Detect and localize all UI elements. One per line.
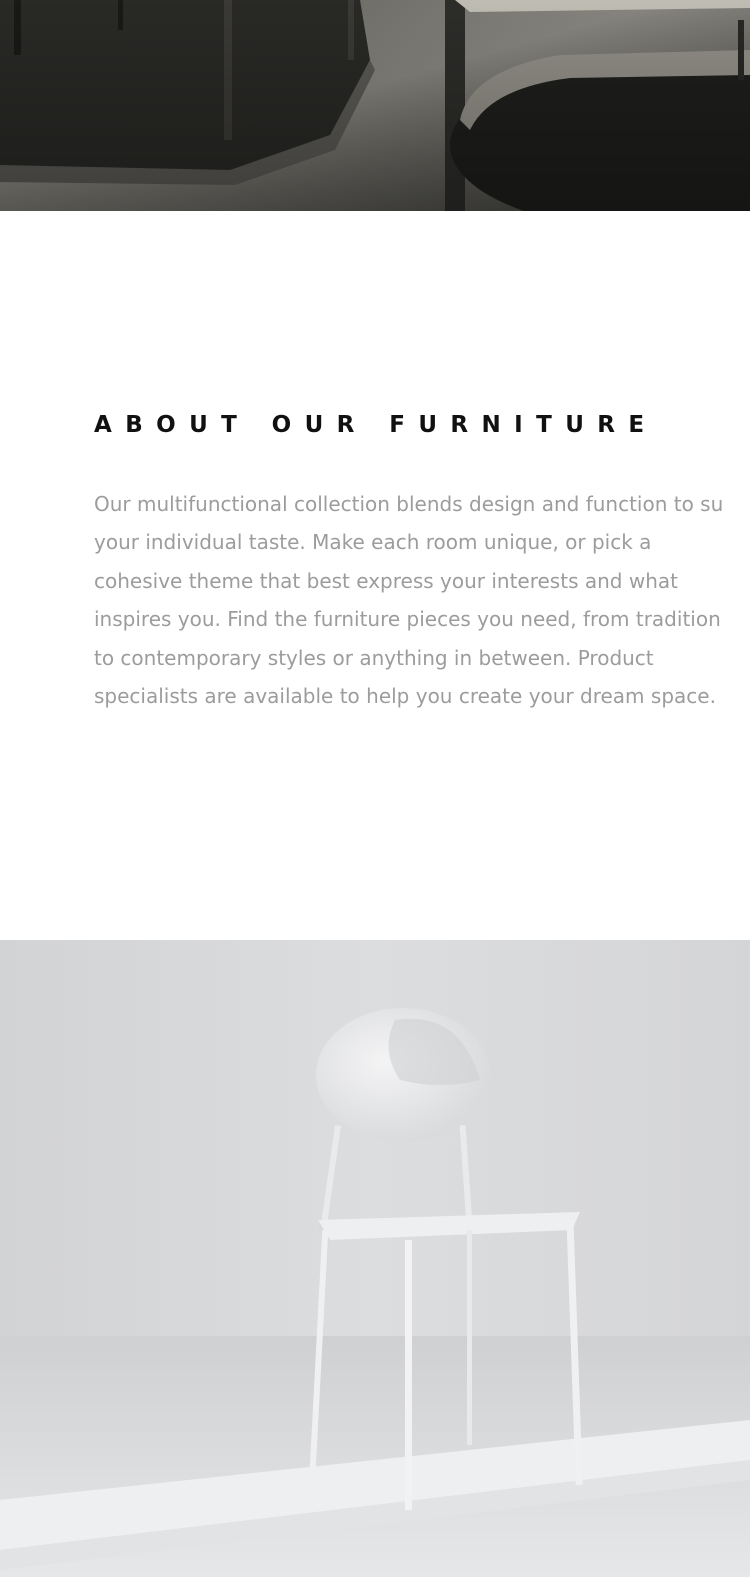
about-line: your individual taste. Make each room un…: [94, 530, 652, 555]
furniture-table-photo: [0, 0, 750, 211]
page: ABOUT OUR FURNITURE Our multifunctional …: [0, 0, 750, 1577]
about-line: to contemporary styles or anything in be…: [94, 645, 654, 670]
white-chair-image: [0, 940, 750, 1577]
about-section: ABOUT OUR FURNITURE Our multifunctional …: [0, 211, 750, 940]
white-chair-photo: [0, 940, 750, 1577]
about-description: Our multifunctional collection blends de…: [94, 485, 750, 715]
about-line: inspires you. Find the furniture pieces …: [94, 607, 721, 632]
about-line: cohesive theme that best express your in…: [94, 568, 678, 593]
about-line: specialists are available to help you cr…: [94, 684, 716, 709]
about-line: Our multifunctional collection blends de…: [94, 492, 724, 516]
about-title: ABOUT OUR FURNITURE: [94, 412, 658, 438]
furniture-table-image: [0, 0, 750, 211]
